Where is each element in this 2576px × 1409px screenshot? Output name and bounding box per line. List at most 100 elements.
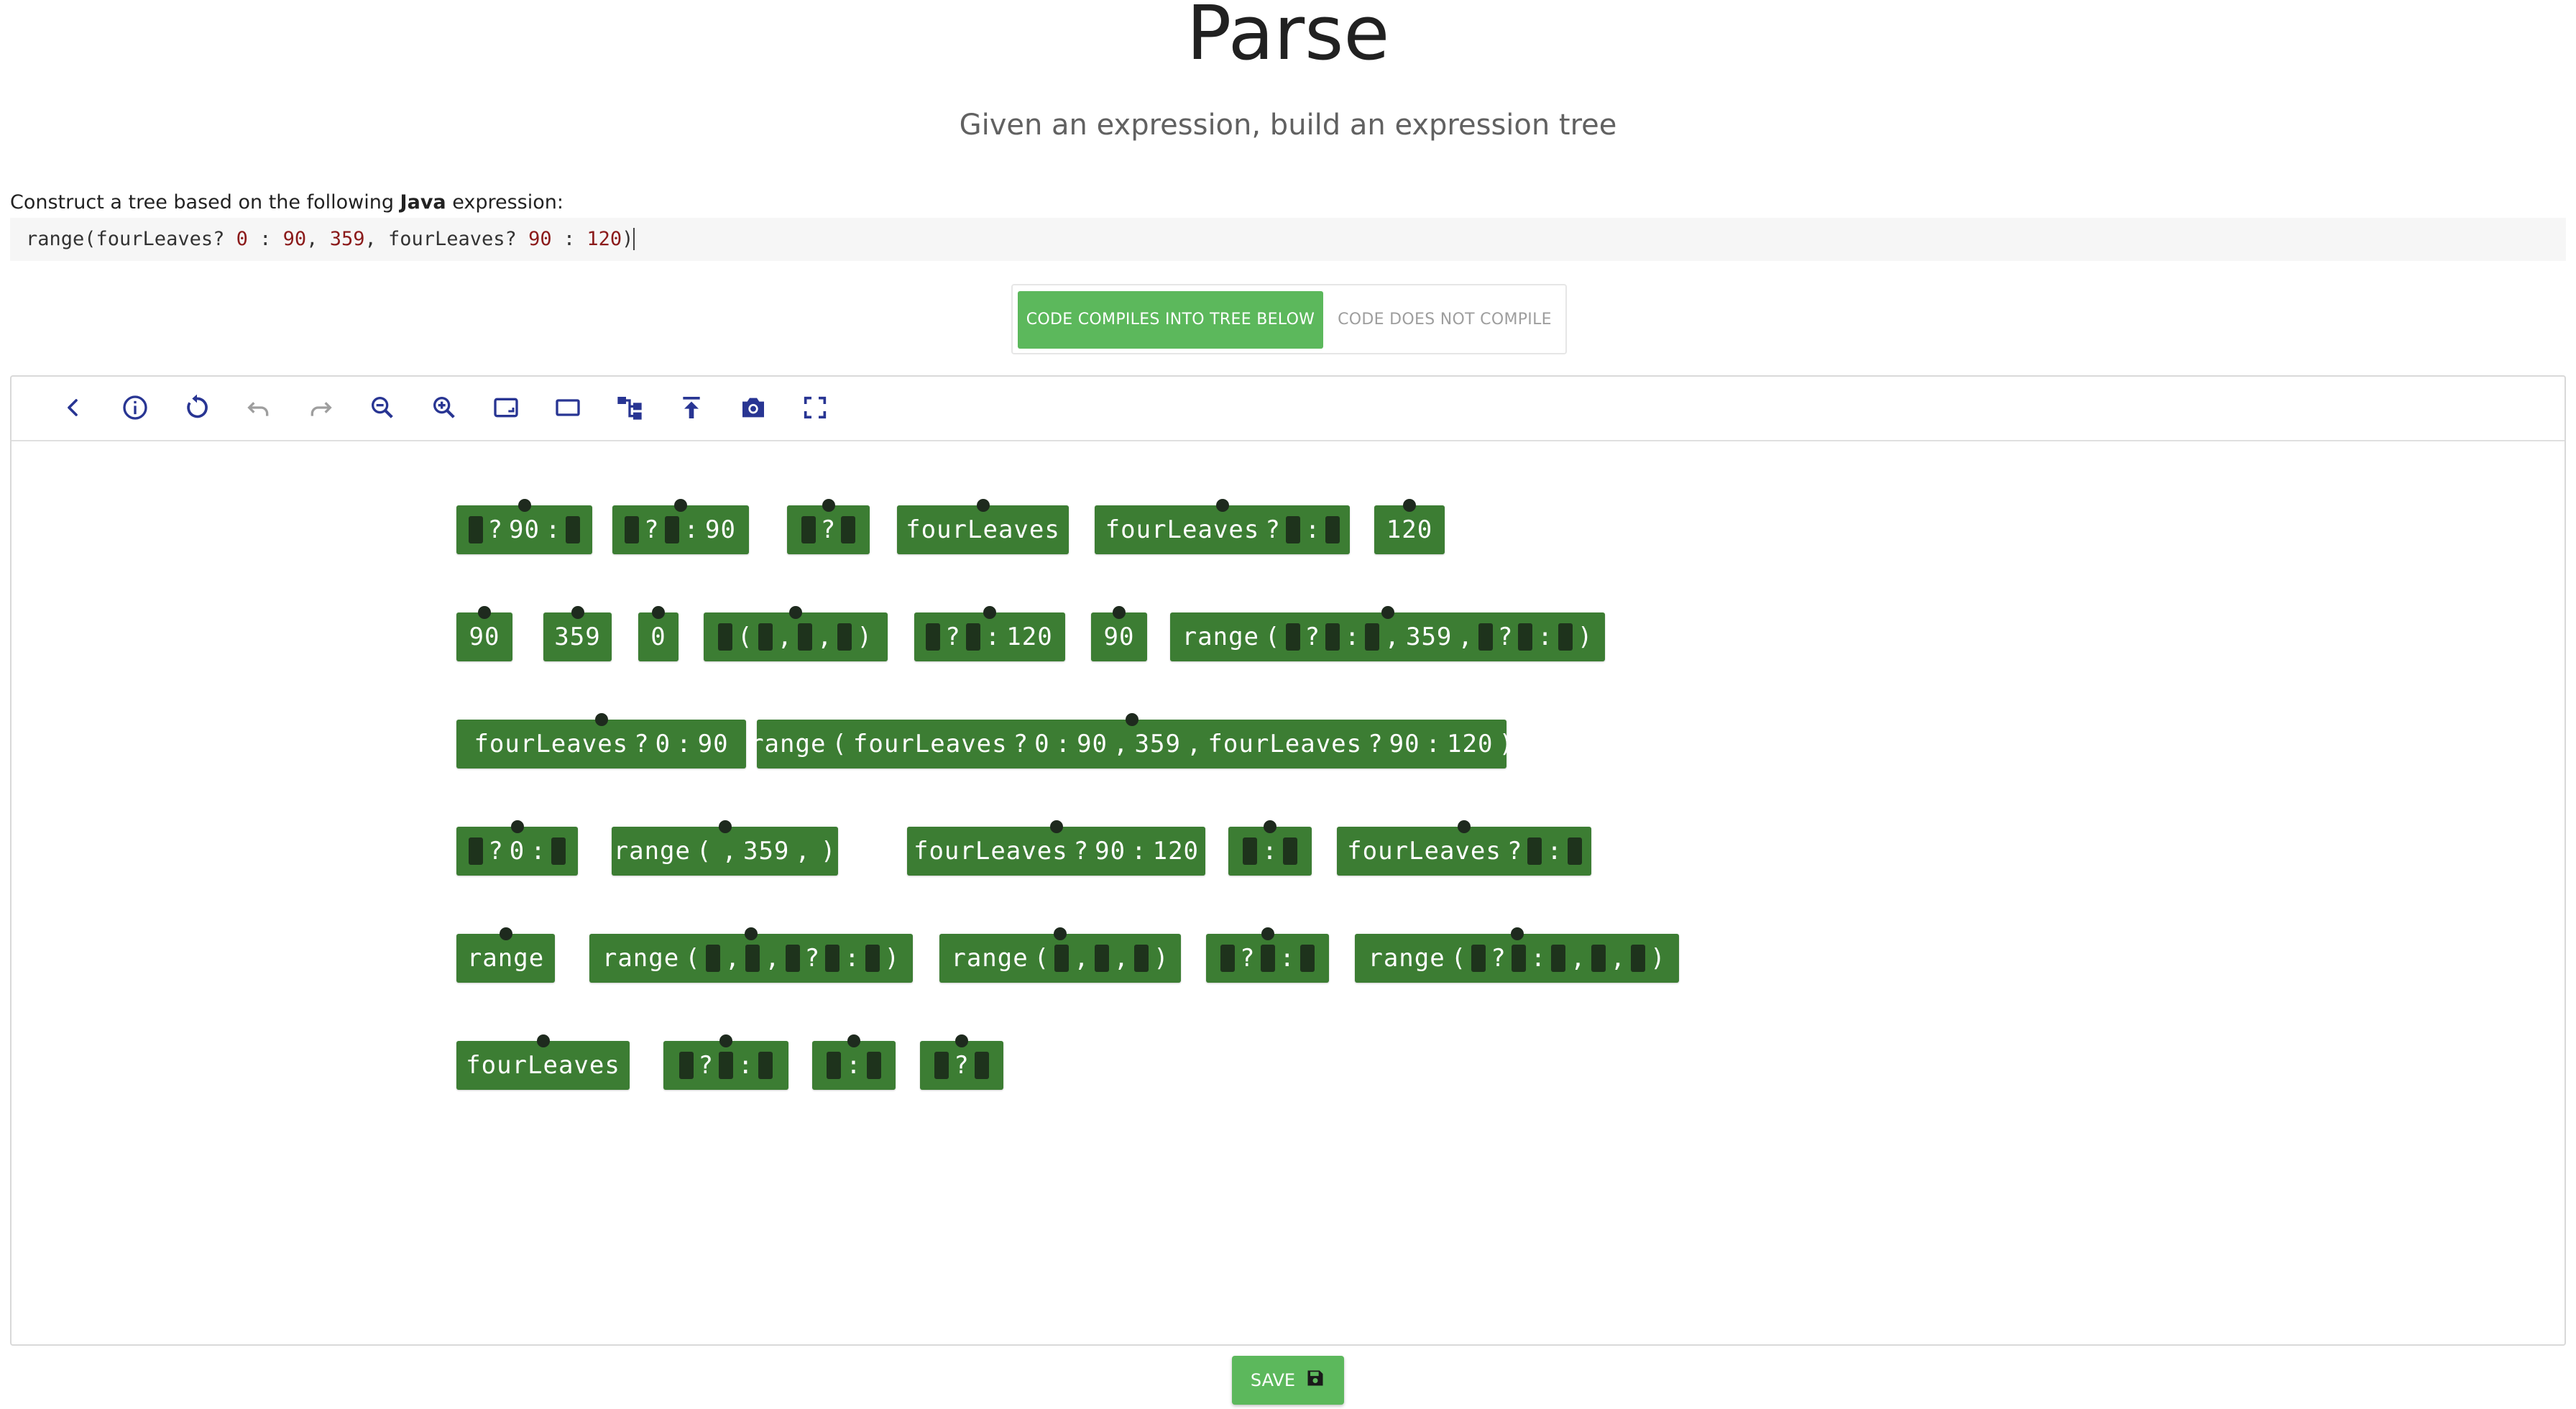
tree-node[interactable]: ?	[787, 499, 870, 554]
tree-node[interactable]: range	[456, 927, 555, 983]
empty-slot[interactable]	[469, 837, 484, 865]
empty-slot[interactable]	[705, 945, 720, 972]
empty-slot[interactable]	[664, 516, 679, 543]
empty-slot[interactable]	[934, 1052, 949, 1079]
zoom-in-icon[interactable]	[428, 391, 461, 424]
node-connector-dot[interactable]	[518, 499, 531, 512]
empty-slot[interactable]	[865, 945, 880, 972]
empty-slot[interactable]	[926, 623, 941, 651]
fit-to-view-icon[interactable]	[489, 391, 523, 424]
rectangle-icon[interactable]	[551, 391, 584, 424]
redo-icon[interactable]	[304, 391, 337, 424]
node-connector-dot[interactable]	[1264, 820, 1276, 833]
node-connector-dot[interactable]	[719, 1034, 732, 1047]
empty-slot[interactable]	[1365, 623, 1380, 651]
node-connector-dot[interactable]	[976, 499, 990, 512]
node-connector-dot[interactable]	[571, 606, 584, 619]
tree-node[interactable]: 0	[638, 606, 678, 661]
node-connector-dot[interactable]	[1381, 606, 1394, 619]
tree-node[interactable]: ?:	[663, 1034, 788, 1090]
node-connector-dot[interactable]	[1403, 499, 1416, 512]
empty-slot[interactable]	[1551, 945, 1566, 972]
empty-slot[interactable]	[1094, 945, 1109, 972]
empty-slot[interactable]	[1325, 516, 1340, 543]
empty-slot[interactable]	[551, 837, 566, 865]
node-connector-dot[interactable]	[718, 820, 732, 833]
node-connector-dot[interactable]	[1261, 927, 1274, 940]
code-compiles-button[interactable]: CODE COMPILES INTO TREE BELOW	[1018, 291, 1323, 349]
tree-node[interactable]: 120	[1374, 499, 1445, 554]
node-connector-dot[interactable]	[652, 606, 665, 619]
node-connector-dot[interactable]	[1054, 927, 1067, 940]
empty-slot[interactable]	[798, 623, 812, 651]
tree-node[interactable]: ?:90	[612, 499, 749, 554]
empty-slot[interactable]	[758, 1052, 773, 1079]
empty-slot[interactable]	[1285, 516, 1300, 543]
empty-slot[interactable]	[1567, 837, 1582, 865]
node-connector-dot[interactable]	[955, 1034, 968, 1047]
node-connector-dot[interactable]	[1049, 820, 1063, 833]
node-connector-dot[interactable]	[536, 1034, 550, 1047]
empty-slot[interactable]	[801, 516, 816, 543]
tree-node[interactable]: ?:	[1206, 927, 1329, 983]
tree-node[interactable]: fourLeaves?:	[1337, 820, 1591, 876]
empty-slot[interactable]	[625, 516, 640, 543]
tree-node[interactable]: range(?:, 359,?:)	[1170, 606, 1605, 661]
tree-node[interactable]: range(, 359,)	[612, 820, 838, 876]
empty-slot[interactable]	[1478, 623, 1493, 651]
empty-slot[interactable]	[678, 1052, 694, 1079]
undo-icon[interactable]	[242, 391, 275, 424]
node-connector-dot[interactable]	[510, 820, 524, 833]
empty-slot[interactable]	[718, 623, 733, 651]
tree-layout-icon[interactable]	[613, 391, 646, 424]
zoom-out-icon[interactable]	[366, 391, 399, 424]
empty-slot[interactable]	[745, 945, 760, 972]
tree-node[interactable]: fourLeaves	[897, 499, 1069, 554]
tree-node[interactable]: 90	[1091, 606, 1147, 661]
fullscreen-icon[interactable]	[799, 391, 832, 424]
empty-slot[interactable]	[1134, 945, 1149, 972]
tree-node[interactable]: fourLeaves? 0:90	[456, 713, 746, 768]
empty-slot[interactable]	[1300, 945, 1315, 972]
tree-node[interactable]: ?	[920, 1034, 1003, 1090]
node-connector-dot[interactable]	[1113, 606, 1126, 619]
node-connector-dot[interactable]	[478, 606, 491, 619]
empty-slot[interactable]	[758, 623, 773, 651]
empty-slot[interactable]	[719, 1052, 733, 1079]
empty-slot[interactable]	[827, 1052, 842, 1079]
tree-node[interactable]: fourLeaves? 90:120	[907, 820, 1205, 876]
empty-slot[interactable]	[841, 516, 856, 543]
tree-node[interactable]: fourLeaves	[456, 1034, 630, 1090]
empty-slot[interactable]	[1285, 623, 1300, 651]
empty-slot[interactable]	[1527, 837, 1542, 865]
info-icon[interactable]	[119, 391, 152, 424]
empty-slot[interactable]	[1471, 945, 1486, 972]
tree-node[interactable]: 90	[456, 606, 512, 661]
back-icon[interactable]	[56, 391, 89, 424]
node-connector-dot[interactable]	[745, 927, 758, 940]
empty-slot[interactable]	[1282, 837, 1297, 865]
empty-slot[interactable]	[837, 623, 852, 651]
empty-slot[interactable]	[825, 945, 840, 972]
tree-node[interactable]: range(,,?:)	[589, 927, 913, 983]
node-connector-dot[interactable]	[789, 606, 802, 619]
tree-node[interactable]: :	[1228, 820, 1312, 876]
empty-slot[interactable]	[1558, 623, 1573, 651]
empty-slot[interactable]	[974, 1052, 989, 1079]
empty-slot[interactable]	[1591, 945, 1606, 972]
tree-node[interactable]: range(?:,,)	[1355, 927, 1679, 983]
node-connector-dot[interactable]	[1458, 820, 1471, 833]
empty-slot[interactable]	[1518, 623, 1533, 651]
node-connector-dot[interactable]	[499, 927, 512, 940]
tree-node[interactable]: ?:120	[914, 606, 1065, 661]
tree-node[interactable]: 359	[543, 606, 612, 661]
empty-slot[interactable]	[1054, 945, 1070, 972]
tree-node[interactable]: range(,,)	[939, 927, 1181, 983]
empty-slot[interactable]	[866, 1052, 881, 1079]
tree-node[interactable]: ? 0:	[456, 820, 578, 876]
empty-slot[interactable]	[566, 516, 581, 543]
empty-slot[interactable]	[1631, 945, 1646, 972]
empty-slot[interactable]	[1511, 945, 1526, 972]
node-connector-dot[interactable]	[1125, 713, 1138, 726]
node-connector-dot[interactable]	[983, 606, 996, 619]
